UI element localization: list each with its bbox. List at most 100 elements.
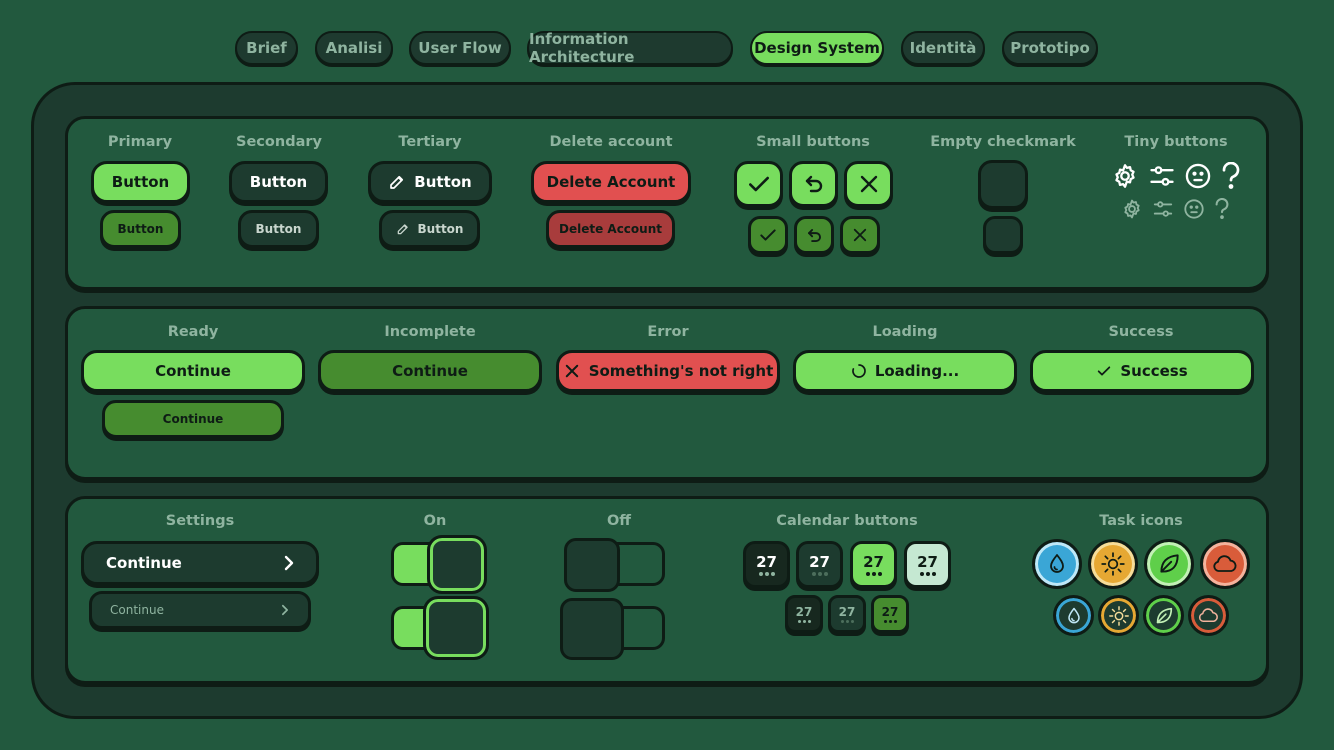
face-icon[interactable] — [1183, 198, 1205, 220]
water-drop-icon[interactable] — [1053, 595, 1094, 636]
sliders-icon[interactable] — [1152, 198, 1174, 220]
close-button-large[interactable] — [844, 161, 893, 207]
delete-account-label: Delete account — [549, 134, 673, 150]
leaf-icon[interactable] — [1144, 539, 1194, 589]
pencil-icon — [388, 173, 406, 191]
close-button-small[interactable] — [840, 216, 880, 254]
incomplete-continue-button[interactable]: Continue — [318, 350, 542, 392]
incomplete-label: Incomplete — [384, 324, 476, 340]
primary-button-small-label: Button — [117, 222, 164, 236]
calendar-day-number: 27 — [756, 553, 777, 571]
error-button[interactable]: Something's not right — [556, 350, 780, 392]
empty-checkmark-small[interactable] — [983, 216, 1023, 254]
on-label: On — [423, 513, 447, 529]
success-label: Success — [1108, 324, 1174, 340]
secondary-button-small[interactable]: Button — [238, 210, 319, 248]
delete-account-button-label: Delete Account — [546, 173, 676, 191]
primary-label: Primary — [107, 134, 173, 150]
sun-icon[interactable] — [1088, 539, 1138, 589]
check-icon — [746, 171, 772, 197]
primary-button-small[interactable]: Button — [100, 210, 181, 248]
calendar-day-button[interactable]: 27 — [796, 541, 843, 588]
success-button[interactable]: Success — [1030, 350, 1254, 392]
undo-button-large[interactable] — [789, 161, 838, 207]
loading-button-label: Loading... — [874, 362, 960, 380]
pencil-icon — [396, 222, 410, 236]
tab-brief[interactable]: Brief — [235, 31, 298, 65]
ready-continue-label: Continue — [155, 362, 231, 380]
calendar-day-number: 27 — [917, 553, 938, 571]
secondary-button-large[interactable]: Button — [229, 161, 328, 203]
calendar-day-button[interactable]: 27 — [904, 541, 951, 588]
tertiary-label: Tertiary — [398, 134, 462, 150]
calendar-day-button-small[interactable]: 27 — [785, 595, 823, 633]
undo-icon — [805, 226, 824, 245]
empty-checkmark-large[interactable] — [978, 160, 1028, 209]
settings-continue-button[interactable]: Continue — [81, 541, 319, 585]
face-icon[interactable] — [1184, 162, 1212, 190]
delete-account-button-large[interactable]: Delete Account — [531, 161, 691, 203]
tab-information-architecture[interactable]: Information Architecture — [527, 30, 733, 66]
cloud-icon[interactable] — [1200, 539, 1250, 589]
task-icons-label: Task icons — [1099, 513, 1183, 529]
primary-button-label: Button — [111, 173, 170, 191]
question-icon[interactable] — [1219, 162, 1243, 190]
ready-label: Ready — [167, 324, 219, 340]
leaf-icon[interactable] — [1143, 595, 1184, 636]
calendar-day-button-small[interactable]: 27 — [871, 595, 909, 633]
close-icon — [563, 362, 581, 380]
gear-icon[interactable] — [1111, 162, 1139, 190]
check-button-large[interactable] — [734, 161, 783, 207]
close-icon — [857, 172, 881, 196]
chevron-right-icon — [280, 604, 290, 616]
small-buttons-label: Small buttons — [756, 134, 870, 150]
chevron-right-icon — [282, 555, 296, 571]
gear-icon[interactable] — [1121, 198, 1143, 220]
tab-user-flow[interactable]: User Flow — [409, 31, 511, 65]
tab-identita[interactable]: Identità — [901, 31, 985, 65]
tab-design-system[interactable]: Design System — [750, 31, 884, 65]
secondary-label: Secondary — [236, 134, 322, 150]
calendar-buttons-label: Calendar buttons — [776, 513, 918, 529]
undo-button-small[interactable] — [794, 216, 834, 254]
settings-continue-button-small[interactable]: Continue — [89, 591, 311, 629]
tab-prototipo[interactable]: Prototipo — [1002, 31, 1098, 65]
error-label: Error — [647, 324, 689, 340]
sun-icon[interactable] — [1098, 595, 1139, 636]
tertiary-button-large[interactable]: Button — [368, 161, 492, 203]
question-icon[interactable] — [1213, 198, 1231, 220]
check-icon — [1096, 363, 1112, 379]
ready-continue-small-label: Continue — [162, 412, 224, 426]
water-drop-icon[interactable] — [1032, 539, 1082, 589]
calendar-day-number: 27 — [881, 605, 899, 619]
settings-label: Settings — [165, 513, 235, 529]
loading-button[interactable]: Loading... — [793, 350, 1017, 392]
secondary-button-label: Button — [249, 173, 308, 191]
ready-continue-button-small[interactable]: Continue — [102, 400, 284, 438]
tab-analisi[interactable]: Analisi — [315, 31, 393, 65]
calendar-day-button[interactable]: 27 — [850, 541, 897, 588]
settings-continue-small-label: Continue — [110, 603, 164, 617]
cloud-icon[interactable] — [1188, 595, 1229, 636]
tiny-buttons-label: Tiny buttons — [1124, 134, 1228, 150]
tertiary-button-small[interactable]: Button — [379, 210, 480, 248]
calendar-day-number: 27 — [809, 553, 830, 571]
loading-label: Loading — [872, 324, 938, 340]
empty-checkmark-label: Empty checkmark — [930, 134, 1076, 150]
calendar-day-number: 27 — [795, 605, 813, 619]
close-icon — [851, 226, 869, 244]
delete-account-button-small[interactable]: Delete Account — [546, 210, 675, 248]
sliders-icon[interactable] — [1148, 162, 1176, 190]
delete-account-button-small-label: Delete Account — [559, 222, 662, 236]
misc-panel — [65, 496, 1269, 684]
tertiary-button-small-label: Button — [417, 222, 464, 236]
primary-button-large[interactable]: Button — [91, 161, 190, 203]
calendar-day-number: 27 — [863, 553, 884, 571]
ready-continue-button[interactable]: Continue — [81, 350, 305, 392]
secondary-button-small-label: Button — [255, 222, 302, 236]
check-icon — [758, 225, 778, 245]
check-button-small[interactable] — [748, 216, 788, 254]
incomplete-continue-label: Continue — [392, 362, 468, 380]
calendar-day-button[interactable]: 27 — [743, 541, 790, 588]
calendar-day-button-small[interactable]: 27 — [828, 595, 866, 633]
